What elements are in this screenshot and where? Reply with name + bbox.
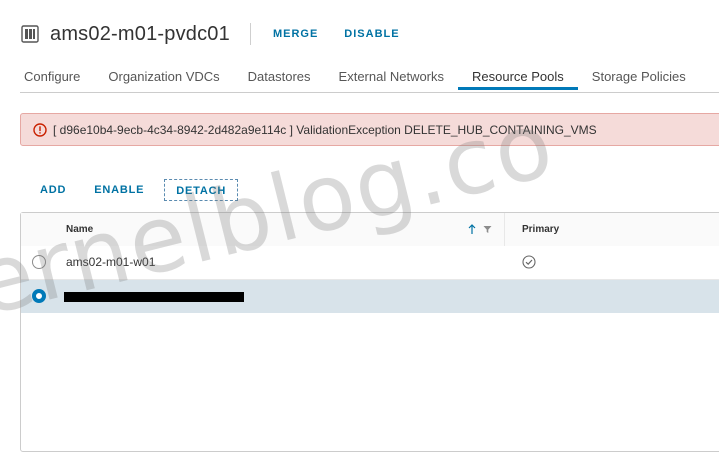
column-header-name[interactable]: Name [66, 224, 93, 235]
page-header: ams02-m01-pvdc01 MERGE DISABLE [20, 18, 426, 50]
row-select-radio[interactable] [32, 255, 46, 269]
grid-actions: ADD ENABLE DETACH [32, 179, 250, 201]
provider-vdc-icon [21, 25, 39, 43]
alert-message: [ d96e10b4-9ecb-4c34-8942-2d482a9e114c ]… [53, 122, 597, 137]
tab-bar: Configure Organization VDCs Datastores E… [20, 68, 719, 93]
page-title: ams02-m01-pvdc01 [50, 22, 230, 45]
check-circle-icon [522, 255, 536, 269]
add-button[interactable]: ADD [32, 179, 74, 201]
redacted-name [64, 292, 244, 302]
table-row-selected[interactable] [21, 280, 719, 313]
header-divider [249, 23, 251, 45]
tab-configure[interactable]: Configure [20, 68, 94, 90]
enable-button[interactable]: ENABLE [86, 179, 152, 201]
table-row[interactable]: ams02-m01-w01 [21, 246, 719, 280]
tab-datastores[interactable]: Datastores [234, 68, 325, 90]
merge-button[interactable]: MERGE [273, 28, 318, 40]
row-select-radio-checked[interactable] [32, 289, 46, 303]
resource-pool-name: ams02-m01-w01 [66, 255, 156, 269]
tab-resource-pools[interactable]: Resource Pools [458, 68, 578, 90]
filter-icon[interactable] [483, 225, 492, 234]
sort-ascending-icon[interactable] [467, 224, 477, 235]
resource-pools-grid: Name Primary ams02-m01-w01 [20, 212, 719, 452]
column-header-primary[interactable]: Primary [522, 224, 559, 235]
detach-button[interactable]: DETACH [164, 179, 239, 201]
disable-button[interactable]: DISABLE [344, 28, 399, 40]
tab-organization-vdcs[interactable]: Organization VDCs [94, 68, 233, 90]
error-alert: [ d96e10b4-9ecb-4c34-8942-2d482a9e114c ]… [20, 113, 719, 146]
error-circle-icon [33, 122, 47, 137]
grid-header: Name Primary [21, 213, 719, 247]
tab-external-networks[interactable]: External Networks [325, 68, 458, 90]
tab-storage-policies[interactable]: Storage Policies [578, 68, 700, 90]
column-divider [504, 213, 505, 246]
